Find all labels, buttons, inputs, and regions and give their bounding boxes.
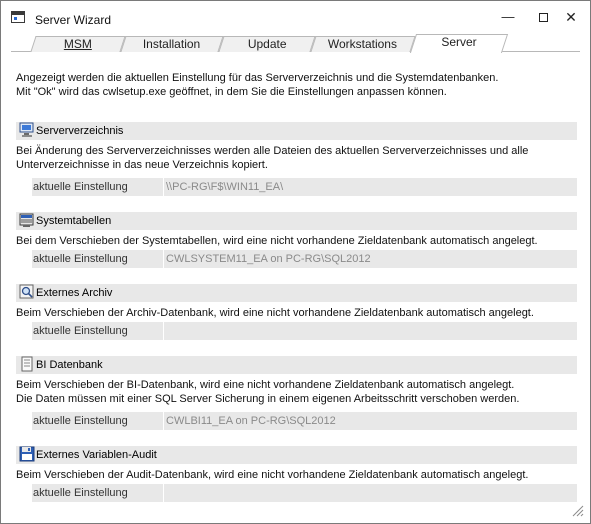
description-line: Bei Änderung des Serververzeichnisses we… [16, 145, 529, 157]
setting-row-bi-datenbank: aktuelle Einstellung CWLBI11_EA on PC-RG… [32, 412, 577, 430]
tab-msm[interactable]: MSM [30, 36, 126, 52]
maximize-icon [538, 13, 548, 23]
tab-bar: MSM Installation Update Workstations Ser… [11, 34, 580, 53]
intro-text: Angezeigt werden die aktuellen Einstellu… [16, 71, 498, 99]
section-header-externes-archiv: Externes Archiv [16, 284, 577, 302]
archive-search-icon [19, 284, 34, 299]
section-title: Serververzeichnis [36, 125, 124, 137]
setting-label: aktuelle Einstellung [32, 484, 163, 502]
setting-value: CWLSYSTEM11_EA on PC-RG\SQL2012 [164, 250, 577, 268]
setting-label: aktuelle Einstellung [32, 322, 163, 340]
section-header-externes-variablen-audit: Externes Variablen-Audit [16, 446, 577, 464]
minimize-button[interactable]: — [495, 7, 521, 27]
setting-value: CWLBI11_EA on PC-RG\SQL2012 [164, 412, 577, 430]
floppy-disk-icon [19, 446, 35, 462]
tab-label: Update [247, 37, 287, 51]
section-description: Beim Verschieben der Audit-Datenbank, wi… [16, 468, 528, 482]
tab-label: Installation [143, 37, 201, 51]
section-description: Bei dem Verschieben der Systemtabellen, … [16, 234, 538, 248]
description-line: Unterverzeichnisse in das neue Verzeichn… [16, 159, 268, 171]
setting-value [164, 484, 577, 502]
setting-value [164, 322, 577, 340]
app-window-icon [11, 11, 25, 23]
section-title: Systemtabellen [36, 215, 112, 227]
tab-label: Server [441, 35, 477, 49]
maximize-button[interactable] [530, 7, 556, 27]
tab-label: Workstations [328, 37, 398, 51]
tab-label: MSM [63, 37, 92, 51]
database-icon [19, 213, 34, 227]
description-line: Bei dem Verschieben der Systemtabellen, … [16, 235, 538, 247]
section-header-serververzeichnis: Serververzeichnis [16, 122, 577, 140]
resize-grip-icon[interactable] [572, 505, 584, 517]
section-description: Beim Verschieben der Archiv-Datenbank, w… [16, 306, 534, 320]
description-line: Die Daten müssen mit einer SQL Server Si… [16, 393, 520, 405]
section-title: Externes Variablen-Audit [36, 449, 157, 461]
section-header-bi-datenbank: BI Datenbank [16, 356, 577, 374]
setting-row-serververzeichnis: aktuelle Einstellung \\PC-RG\F$\WIN11_EA… [32, 178, 577, 196]
section-title: Externes Archiv [36, 287, 113, 299]
setting-row-externes-archiv: aktuelle Einstellung [32, 322, 577, 340]
section-description: Bei Änderung des Serververzeichnisses we… [16, 144, 528, 172]
close-button[interactable]: ✕ [558, 7, 584, 27]
section-header-systemtabellen: Systemtabellen [16, 212, 577, 230]
setting-label: aktuelle Einstellung [32, 250, 163, 268]
setting-value: \\PC-RG\F$\WIN11_EA\ [164, 178, 577, 196]
tab-update[interactable]: Update [218, 36, 316, 52]
server-wizard-window: Server Wizard — ✕ MSM Installation Updat… [0, 0, 591, 524]
setting-label: aktuelle Einstellung [32, 412, 163, 430]
setting-label: aktuelle Einstellung [32, 178, 163, 196]
document-icon [21, 356, 33, 372]
tab-installation[interactable]: Installation [120, 36, 224, 52]
window-title: Server Wizard [35, 13, 112, 27]
setting-row-externes-variablen-audit: aktuelle Einstellung [32, 484, 577, 502]
intro-line: Angezeigt werden die aktuellen Einstellu… [16, 72, 499, 84]
description-line: Beim Verschieben der Archiv-Datenbank, w… [16, 307, 534, 319]
intro-line: Mit "Ok" wird das cwlsetup.exe geöffnet,… [16, 86, 447, 98]
title-bar[interactable]: Server Wizard — ✕ [1, 1, 590, 33]
section-title: BI Datenbank [36, 359, 103, 371]
description-line: Beim Verschieben der BI-Datenbank, wird … [16, 379, 515, 391]
computer-icon [19, 122, 34, 137]
setting-row-systemtabellen: aktuelle Einstellung CWLSYSTEM11_EA on P… [32, 250, 577, 268]
tab-workstations[interactable]: Workstations [310, 36, 416, 52]
tab-server[interactable]: Server [409, 34, 509, 53]
section-description: Beim Verschieben der BI-Datenbank, wird … [16, 378, 519, 406]
description-line: Beim Verschieben der Audit-Datenbank, wi… [16, 469, 529, 481]
